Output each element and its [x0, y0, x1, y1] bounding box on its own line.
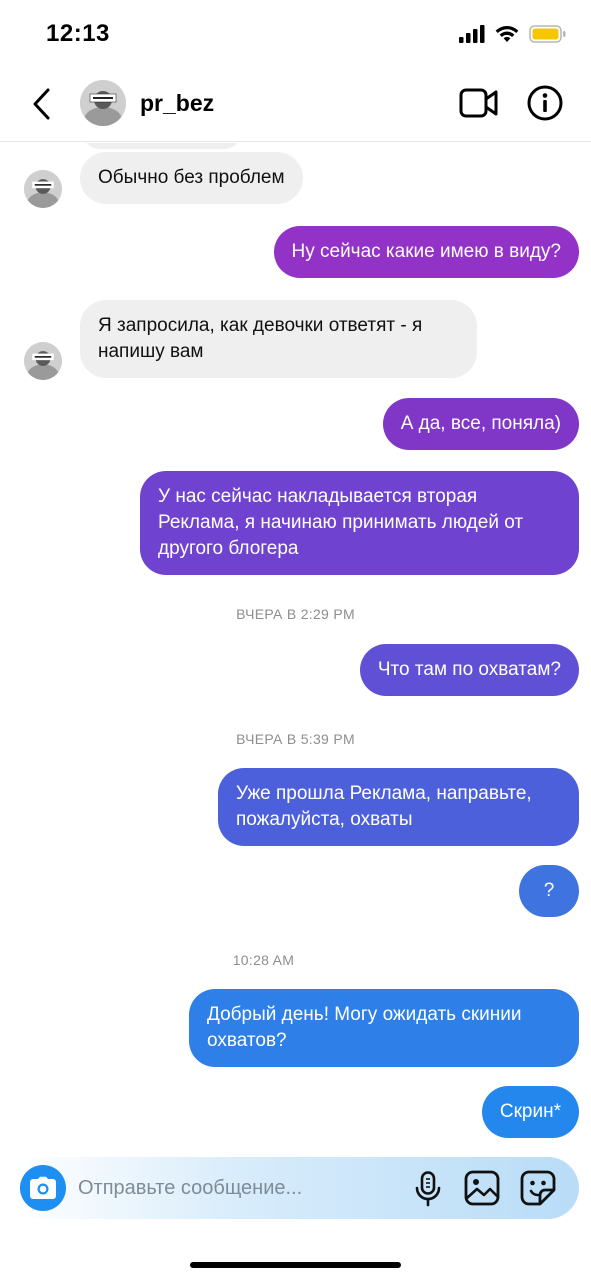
message-composer	[12, 1157, 579, 1219]
wifi-icon	[495, 26, 519, 42]
message-bubble-outgoing[interactable]: Добрый день! Могу ожидать скинии охватов…	[189, 989, 579, 1067]
video-camera-icon	[459, 88, 498, 118]
message-bubble-outgoing[interactable]: А да, все, поняла)	[382, 398, 579, 450]
gallery-icon	[464, 1170, 500, 1206]
camera-icon	[30, 1176, 56, 1199]
sticker-button[interactable]	[520, 1170, 556, 1206]
status-icons	[459, 24, 567, 44]
profile-photo	[24, 170, 62, 208]
microphone-icon	[415, 1171, 441, 1207]
avatar[interactable]	[80, 80, 126, 126]
status-bar: 12:13	[0, 0, 591, 70]
sticker-icon	[520, 1170, 556, 1206]
home-indicator[interactable]	[190, 1262, 401, 1268]
message-bubble-outgoing[interactable]: Что там по охватам?	[359, 644, 579, 696]
message-timestamp: ВЧЕРА В 2:29 PM	[236, 606, 355, 622]
cellular-signal-icon	[459, 25, 485, 43]
sender-avatar[interactable]	[24, 170, 62, 208]
message-bubble-outgoing[interactable]: Ну сейчас какие имею в виду?	[273, 226, 579, 278]
previous-message-bubble	[82, 143, 242, 149]
message-input[interactable]	[78, 1173, 398, 1203]
profile-photo	[80, 80, 126, 126]
gallery-button[interactable]	[464, 1170, 500, 1206]
battery-level	[532, 28, 559, 40]
message-bubble-incoming[interactable]: Я запросила, как девочки ответят - я нап…	[80, 300, 477, 378]
battery-icon	[529, 25, 566, 43]
chevron-left-icon	[33, 88, 50, 120]
camera-button[interactable]	[20, 1165, 66, 1211]
message-bubble-outgoing[interactable]: ?	[519, 865, 579, 917]
info-button[interactable]	[526, 84, 564, 122]
message-thread[interactable]: Обычно без проблем Ну сейчас какие имею …	[0, 143, 591, 1153]
message-bubble-incoming[interactable]: Обычно без проблем	[80, 152, 303, 204]
profile-photo	[24, 342, 62, 380]
video-call-button[interactable]	[458, 86, 500, 120]
status-time: 12:13	[46, 20, 110, 47]
message-timestamp: 10:28 AM	[232, 952, 295, 968]
voice-message-button[interactable]	[412, 1171, 444, 1207]
chat-header: pr_bez	[0, 70, 591, 142]
sender-avatar[interactable]	[24, 342, 62, 380]
message-bubble-outgoing[interactable]: Уже прошла Реклама, направьте, пожалуйст…	[218, 768, 579, 846]
info-icon	[527, 85, 563, 121]
message-timestamp: ВЧЕРА В 5:39 PM	[236, 731, 355, 747]
message-bubble-outgoing[interactable]: У нас сейчас накладывается вторая Реклам…	[140, 471, 579, 575]
message-bubble-outgoing[interactable]: Скрин*	[481, 1086, 579, 1138]
chat-username[interactable]: pr_bez	[140, 90, 214, 117]
back-button[interactable]	[22, 84, 62, 124]
